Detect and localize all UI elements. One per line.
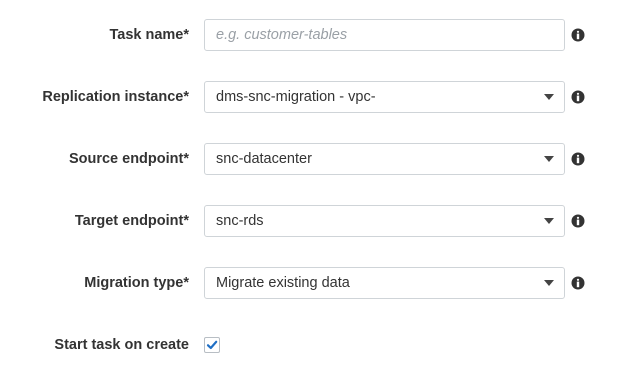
source-endpoint-select[interactable]: snc-datacenter <box>204 143 565 175</box>
target-endpoint-row: Target endpoint* snc-rds <box>0 205 637 237</box>
migration-type-row: Migration type* Migrate existing data <box>0 267 637 299</box>
chevron-down-icon <box>544 156 554 162</box>
migration-type-value: Migrate existing data <box>216 275 350 291</box>
chevron-down-icon <box>544 218 554 224</box>
target-endpoint-value: snc-rds <box>216 213 264 229</box>
replication-instance-value: dms-snc-migration - vpc- <box>216 89 376 105</box>
replication-instance-label: Replication instance* <box>42 89 189 105</box>
task-name-input[interactable]: e.g. customer-tables <box>204 19 565 51</box>
source-endpoint-value: snc-datacenter <box>216 151 312 167</box>
start-task-checkbox[interactable] <box>204 337 220 353</box>
info-icon[interactable] <box>571 90 585 104</box>
source-endpoint-row: Source endpoint* snc-datacenter <box>0 143 637 175</box>
chevron-down-icon <box>544 280 554 286</box>
chevron-down-icon <box>544 94 554 100</box>
replication-instance-row: Replication instance* dms-snc-migration … <box>0 81 637 113</box>
task-name-label: Task name* <box>109 27 189 43</box>
target-endpoint-select[interactable]: snc-rds <box>204 205 565 237</box>
task-name-placeholder: e.g. customer-tables <box>216 27 348 43</box>
info-icon[interactable] <box>571 276 585 290</box>
start-task-row: Start task on create <box>0 329 637 361</box>
replication-instance-select[interactable]: dms-snc-migration - vpc- <box>204 81 565 113</box>
start-task-label: Start task on create <box>54 337 189 353</box>
info-icon[interactable] <box>571 28 585 42</box>
checkmark-icon <box>206 340 218 350</box>
info-icon[interactable] <box>571 214 585 228</box>
source-endpoint-label: Source endpoint* <box>68 151 189 167</box>
migration-type-select[interactable]: Migrate existing data <box>204 267 565 299</box>
task-name-row: Task name* e.g. customer-tables <box>0 19 637 51</box>
migration-type-label: Migration type* <box>84 275 189 291</box>
create-task-form: Task name* e.g. customer-tables Replicat… <box>0 0 637 378</box>
info-icon[interactable] <box>571 152 585 166</box>
target-endpoint-label: Target endpoint* <box>74 213 189 229</box>
